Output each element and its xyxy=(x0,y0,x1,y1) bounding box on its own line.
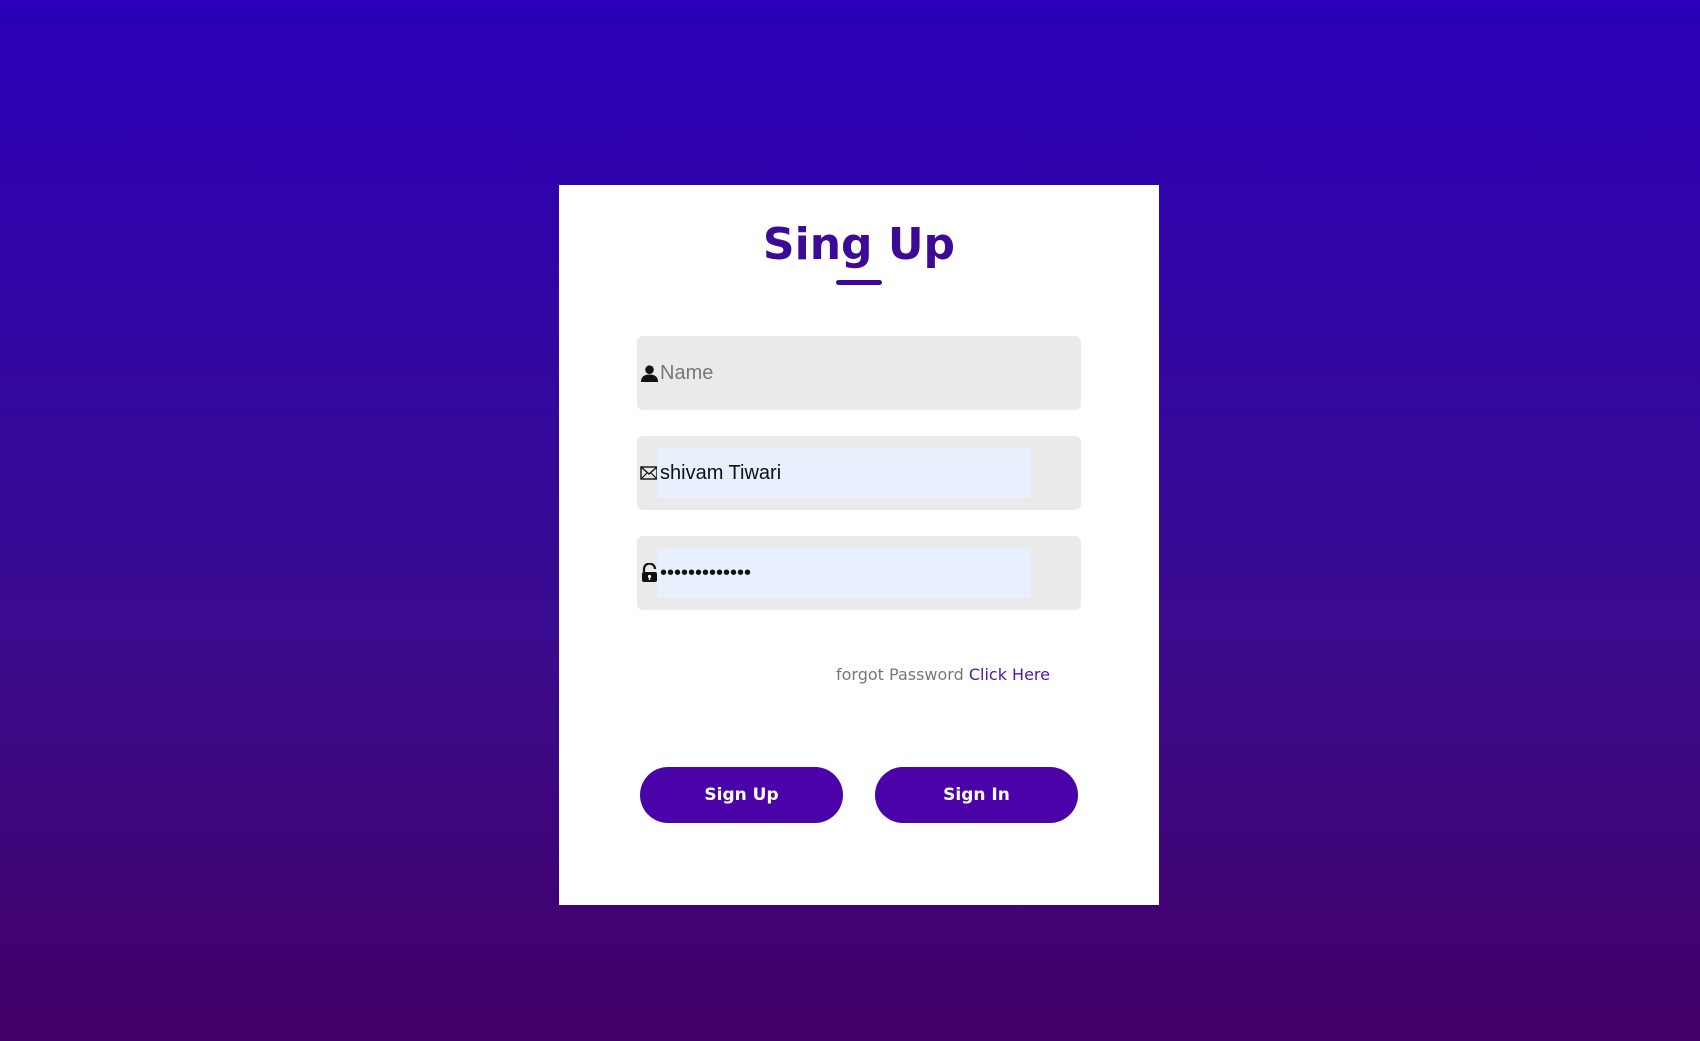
password-field-container xyxy=(637,536,1081,610)
password-input[interactable] xyxy=(657,548,1031,598)
email-field-container xyxy=(637,436,1081,510)
email-input[interactable] xyxy=(657,448,1031,498)
forgot-password-row: forgot Password Click Here xyxy=(836,665,1050,684)
forgot-password-link[interactable]: Click Here xyxy=(969,665,1050,684)
title-underline xyxy=(836,280,882,285)
forgot-password-text: forgot Password xyxy=(835,665,964,684)
page-title: Sing Up xyxy=(762,219,956,270)
name-input[interactable] xyxy=(657,348,1031,398)
sign-up-button[interactable]: Sign Up xyxy=(640,767,843,823)
signup-card: Sing Up Name shivam Tiwari forgot Passwo… xyxy=(559,185,1159,905)
sign-in-button[interactable]: Sign In xyxy=(875,767,1078,823)
envelope-icon xyxy=(639,436,659,510)
name-field-container xyxy=(637,336,1081,410)
lock-icon xyxy=(639,536,659,610)
user-icon xyxy=(639,336,659,410)
